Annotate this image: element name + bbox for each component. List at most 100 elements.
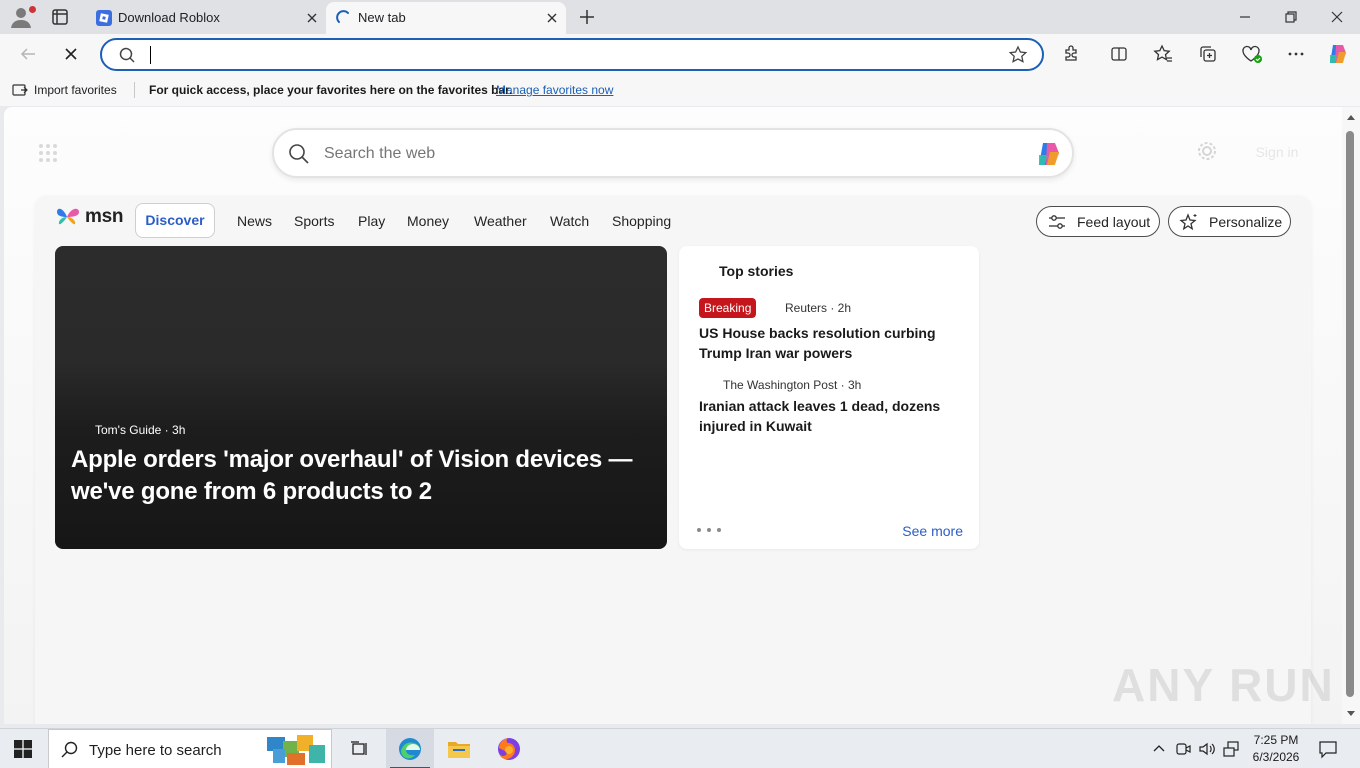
- split-screen-button[interactable]: [1105, 40, 1133, 68]
- vertical-scrollbar[interactable]: [1342, 107, 1360, 724]
- browser-toolbar: [0, 34, 1360, 74]
- stop-icon: [65, 48, 77, 60]
- page-settings-gear-icon[interactable]: [1196, 140, 1218, 162]
- taskbar-search-placeholder: Type here to search: [89, 742, 222, 759]
- search-highlight-puzzle-icon: [267, 735, 325, 765]
- tab-title: Download Roblox: [118, 10, 220, 25]
- extensions-button[interactable]: [1057, 40, 1085, 68]
- scroll-up-icon[interactable]: [1346, 113, 1356, 121]
- scroll-down-icon[interactable]: [1346, 710, 1356, 718]
- arrow-left-icon: [20, 48, 35, 60]
- nav-tab-shopping[interactable]: Shopping: [612, 213, 671, 229]
- tab-title: New tab: [358, 10, 406, 25]
- favorites-button[interactable]: [1149, 40, 1177, 68]
- copilot-button[interactable]: [1324, 40, 1352, 68]
- minimize-icon: [1240, 16, 1250, 18]
- network-ethernet-icon[interactable]: [1222, 740, 1240, 758]
- puzzle-icon: [1065, 45, 1077, 61]
- see-more-link[interactable]: See more: [902, 523, 963, 539]
- back-button[interactable]: [14, 40, 42, 68]
- nav-tab-news[interactable]: News: [237, 213, 272, 229]
- favorites-bar-message: For quick access, place your favorites h…: [149, 83, 513, 97]
- windows-taskbar: Type here to search 7:25 PM 6/3/2026: [0, 728, 1360, 768]
- show-hidden-icons-chevron-up-icon[interactable]: [1152, 740, 1166, 756]
- heart-pulse-icon: [1242, 45, 1262, 63]
- personalize-label: Personalize: [1209, 213, 1283, 230]
- page-viewport: Search the web Sign in msn Discover News…: [4, 107, 1342, 724]
- volume-speaker-icon[interactable]: [1198, 740, 1216, 758]
- msn-feed-panel: msn Discover News Sports Play Money Weat…: [35, 196, 1311, 724]
- feed-layout-label: Feed layout: [1077, 213, 1151, 230]
- collections-button[interactable]: [1194, 40, 1222, 68]
- personalize-button[interactable]: Personalize: [1168, 206, 1291, 237]
- address-bar[interactable]: [100, 38, 1044, 71]
- tab-new-tab[interactable]: New tab: [326, 2, 566, 34]
- sliders-icon: [1049, 214, 1065, 229]
- hero-age: 3h: [172, 423, 186, 437]
- star-favorite-icon[interactable]: [1008, 45, 1028, 65]
- import-favorites-label: Import favorites: [34, 83, 117, 97]
- story-source: Reuters · 2h: [785, 301, 852, 315]
- close-window-button[interactable]: [1325, 6, 1349, 28]
- close-tab-icon[interactable]: [544, 10, 560, 26]
- new-tab-button[interactable]: [576, 7, 598, 27]
- restore-button[interactable]: [1279, 6, 1303, 28]
- favorites-star-icon: [1153, 44, 1172, 62]
- taskbar-edge-button[interactable]: [386, 729, 434, 768]
- system-clock[interactable]: 7:25 PM 6/3/2026: [1244, 732, 1308, 766]
- notifications-icon[interactable]: [1318, 739, 1338, 759]
- browser-essentials-button[interactable]: [1238, 40, 1266, 68]
- stop-loading-button[interactable]: [57, 40, 85, 68]
- nav-tab-play[interactable]: Play: [358, 213, 385, 229]
- profile-notification-dot: [29, 6, 36, 13]
- story-source: The Washington Post · 3h: [723, 378, 862, 392]
- nav-tab-watch[interactable]: Watch: [550, 213, 589, 229]
- nav-tab-discover[interactable]: Discover: [135, 203, 215, 238]
- tab-download-roblox[interactable]: Download Roblox: [86, 2, 326, 34]
- folder-icon: [448, 742, 470, 758]
- nav-tab-weather[interactable]: Weather: [474, 213, 527, 229]
- search-icon: [289, 144, 309, 164]
- nav-tab-money[interactable]: Money: [407, 213, 449, 229]
- copilot-icon: [1330, 45, 1346, 63]
- tab-actions-button[interactable]: [48, 6, 72, 28]
- nav-tab-sports[interactable]: Sports: [294, 213, 334, 229]
- scrollbar-thumb[interactable]: [1346, 131, 1354, 697]
- web-search-box[interactable]: Search the web: [272, 128, 1074, 178]
- windows-start-icon[interactable]: [14, 740, 32, 758]
- carousel-dots[interactable]: [697, 528, 721, 532]
- copilot-icon[interactable]: [1034, 139, 1064, 169]
- anyrun-watermark: ANY RUN: [1112, 659, 1335, 711]
- feed-layout-button[interactable]: Feed layout: [1036, 206, 1160, 237]
- restore-icon: [1285, 11, 1297, 23]
- minimize-button[interactable]: [1233, 6, 1257, 28]
- settings-more-button[interactable]: [1282, 40, 1310, 68]
- app-launcher-icon[interactable]: [38, 143, 58, 163]
- favorites-bar: Import favorites For quick access, place…: [0, 74, 1360, 106]
- import-favorites-button[interactable]: Import favorites: [12, 82, 117, 98]
- address-input[interactable]: [152, 44, 992, 66]
- meet-now-camera-icon[interactable]: [1174, 740, 1192, 758]
- text-caret: [150, 46, 151, 64]
- hero-headline[interactable]: Apple orders 'major overhaul' of Vision …: [71, 444, 641, 508]
- msn-logo[interactable]: msn: [55, 205, 123, 229]
- search-icon: [61, 741, 78, 758]
- task-view-button[interactable]: [336, 729, 384, 768]
- edge-browser-icon: [399, 738, 421, 760]
- taskbar-search-box[interactable]: Type here to search: [48, 729, 332, 768]
- hero-source: Tom's Guide · 3h: [95, 423, 185, 437]
- close-tab-icon[interactable]: [304, 10, 320, 26]
- profile-button[interactable]: [9, 5, 36, 29]
- taskbar-file-explorer-button[interactable]: [435, 729, 483, 768]
- story-headline[interactable]: US House backs resolution curbing Trump …: [699, 323, 959, 363]
- roblox-favicon-icon: [96, 10, 112, 26]
- hero-story-card[interactable]: Tom's Guide · 3h Apple orders 'major ove…: [55, 246, 667, 549]
- split-screen-icon: [1111, 47, 1127, 61]
- taskbar-firefox-button[interactable]: [485, 729, 533, 768]
- breaking-badge: Breaking: [699, 298, 757, 318]
- sign-in-button[interactable]: Sign in: [1238, 138, 1316, 166]
- manage-favorites-link[interactable]: Manage favorites now: [496, 83, 613, 97]
- story-headline[interactable]: Iranian attack leaves 1 dead, dozens inj…: [699, 396, 959, 436]
- web-search-placeholder: Search the web: [324, 145, 436, 162]
- msn-logo-text: msn: [85, 206, 124, 227]
